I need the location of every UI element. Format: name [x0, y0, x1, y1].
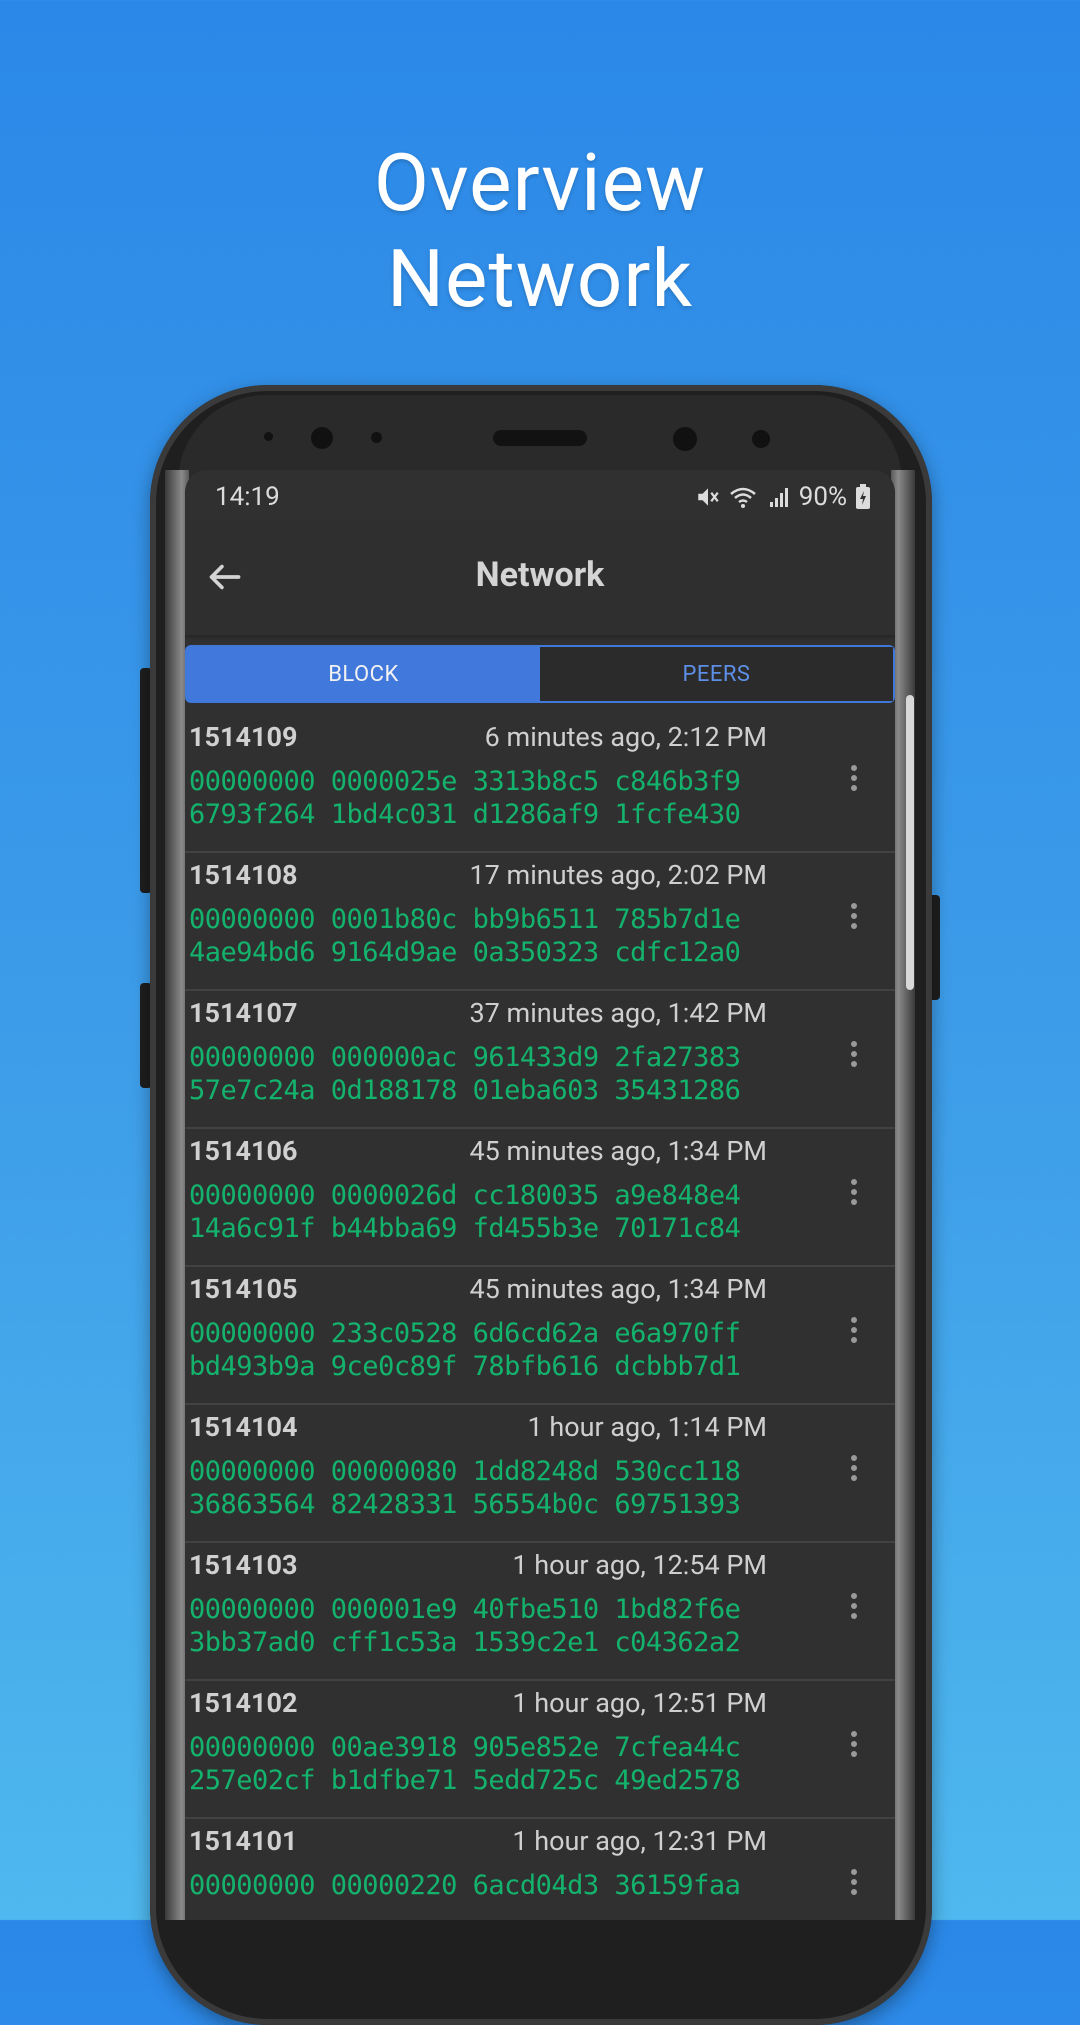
block-row[interactable]: 1514107 37 minutes ago, 1:42 PM 00000000… — [185, 991, 895, 1129]
block-time: 45 minutes ago, 1:34 PM — [469, 1273, 768, 1305]
battery-percent: 90% — [798, 482, 847, 512]
block-number: 1514106 — [189, 1135, 298, 1167]
more-vert-icon[interactable] — [849, 1317, 859, 1347]
block-hash-line: 00000000 0001b80c bb9b6511 785b7d1e — [189, 904, 741, 935]
block-time: 1 hour ago, 12:54 PM — [512, 1549, 767, 1581]
block-hash-line: 00000000 00000220 6acd04d3 36159faa — [189, 1870, 741, 1901]
block-hash-line: 57e7c24a 0d188178 01eba603 35431286 — [189, 1075, 741, 1106]
block-hash: 00000000 00ae3918 905e852e 7cfea44c 257e0… — [189, 1731, 741, 1797]
block-time: 6 minutes ago, 2:12 PM — [484, 721, 767, 753]
block-hash: 00000000 0000026d cc180035 a9e848e4 14a6c… — [189, 1179, 741, 1245]
tab-peers[interactable]: PEERS — [540, 647, 893, 701]
phone-screen: 14:19 90% Network BLOCK PEERS 1514109 6 … — [185, 470, 895, 1920]
block-time: 1 hour ago, 1:14 PM — [527, 1411, 768, 1443]
block-row[interactable]: 1514105 45 minutes ago, 1:34 PM 00000000… — [185, 1267, 895, 1405]
segmented-tabs: BLOCK PEERS — [185, 645, 895, 703]
list-scrollbar[interactable] — [906, 695, 914, 990]
block-number: 1514107 — [189, 997, 298, 1029]
block-row[interactable]: 1514103 1 hour ago, 12:54 PM 00000000 00… — [185, 1543, 895, 1681]
more-vert-icon[interactable] — [849, 1731, 859, 1761]
block-row[interactable]: 1514109 6 minutes ago, 2:12 PM 00000000 … — [185, 715, 895, 853]
sensor-dot — [264, 432, 273, 441]
earpiece-speaker — [493, 430, 587, 446]
more-vert-icon[interactable] — [849, 1041, 859, 1071]
more-vert-icon[interactable] — [849, 1593, 859, 1623]
block-hash: 00000000 233c0528 6d6cd62a e6a970ff bd493… — [189, 1317, 741, 1383]
block-hash: 00000000 000000ac 961433d9 2fa27383 57e7c… — [189, 1041, 741, 1107]
status-icons: 90% — [695, 482, 871, 512]
block-row[interactable]: 1514106 45 minutes ago, 1:34 PM 00000000… — [185, 1129, 895, 1267]
promo-heading-line1: Overview — [373, 136, 707, 230]
block-hash-line: 00000000 00000080 1dd8248d 530cc118 — [189, 1456, 741, 1487]
signal-icon — [769, 488, 788, 507]
block-hash-line: 4ae94bd6 9164d9ae 0a350323 cdfc12a0 — [189, 937, 741, 968]
block-number: 1514109 — [189, 721, 298, 753]
more-vert-icon[interactable] — [849, 765, 859, 795]
block-hash-line: 6793f264 1bd4c031 d1286af9 1fcfe430 — [189, 799, 741, 830]
block-hash-line: 257e02cf b1dfbe71 5edd725c 49ed2578 — [189, 1765, 741, 1796]
block-number: 1514103 — [189, 1549, 298, 1581]
block-hash-line: 00000000 0000026d cc180035 a9e848e4 — [189, 1180, 741, 1211]
page-title: Network — [475, 555, 605, 595]
status-bar: 14:19 90% — [185, 470, 895, 520]
more-vert-icon[interactable] — [849, 1869, 859, 1899]
battery-icon — [856, 484, 870, 509]
iris-scanner — [673, 427, 697, 451]
app-bar: Network — [185, 520, 895, 635]
promo-heading: Overview Network — [0, 135, 1080, 327]
block-hash-line: 14a6c91f b44bba69 fd455b3e 70171c84 — [189, 1213, 741, 1244]
mute-icon — [697, 488, 719, 506]
block-hash: 00000000 0000025e 3313b8c5 c846b3f9 6793f… — [189, 765, 741, 831]
block-time: 1 hour ago, 12:51 PM — [512, 1687, 767, 1719]
block-hash-line: 3bb37ad0 cff1c53a 1539c2e1 c04362a2 — [189, 1627, 741, 1658]
block-hash-line: 36863564 82428331 56554b0c 69751393 — [189, 1489, 741, 1520]
wifi-icon — [729, 487, 756, 508]
block-number: 1514108 — [189, 859, 298, 891]
block-time: 37 minutes ago, 1:42 PM — [469, 997, 768, 1029]
block-time: 1 hour ago, 12:31 PM — [512, 1825, 767, 1857]
block-number: 1514105 — [189, 1273, 298, 1305]
block-number: 1514102 — [189, 1687, 298, 1719]
block-time: 17 minutes ago, 2:02 PM — [469, 859, 768, 891]
block-row[interactable]: 1514108 17 minutes ago, 2:02 PM 00000000… — [185, 853, 895, 991]
front-camera — [311, 427, 333, 449]
block-number: 1514101 — [189, 1825, 298, 1857]
block-hash-line: 00000000 000000ac 961433d9 2fa27383 — [189, 1042, 741, 1073]
block-hash: 00000000 0001b80c bb9b6511 785b7d1e 4ae94… — [189, 903, 741, 969]
block-hash-line: 00000000 233c0528 6d6cd62a e6a970ff — [189, 1318, 741, 1349]
promo-heading-line2: Network — [386, 232, 694, 326]
block-hash: 00000000 00000080 1dd8248d 530cc118 36863… — [189, 1455, 741, 1521]
more-vert-icon[interactable] — [849, 1455, 859, 1485]
block-hash-line: 00000000 000001e9 40fbe510 1bd82f6e — [189, 1594, 741, 1625]
block-hash-line: 00000000 0000025e 3313b8c5 c846b3f9 — [189, 766, 741, 797]
block-time: 45 minutes ago, 1:34 PM — [469, 1135, 768, 1167]
more-vert-icon[interactable] — [849, 903, 859, 933]
proximity-sensor — [752, 430, 770, 448]
block-row[interactable]: 1514102 1 hour ago, 12:51 PM 00000000 00… — [185, 1681, 895, 1819]
block-number: 1514104 — [189, 1411, 298, 1443]
sensor-dot — [371, 432, 382, 443]
block-hash: 00000000 000001e9 40fbe510 1bd82f6e 3bb37… — [189, 1593, 741, 1659]
block-row[interactable]: 1514101 1 hour ago, 12:31 PM 00000000 00… — [185, 1819, 895, 1920]
block-list: 1514109 6 minutes ago, 2:12 PM 00000000 … — [185, 715, 895, 1920]
block-row[interactable]: 1514104 1 hour ago, 1:14 PM 00000000 000… — [185, 1405, 895, 1543]
more-vert-icon[interactable] — [849, 1179, 859, 1209]
status-time: 14:19 — [215, 482, 280, 512]
block-hash-line: 00000000 00ae3918 905e852e 7cfea44c — [189, 1732, 741, 1763]
app-bar-shadow — [185, 635, 895, 641]
block-hash: 00000000 00000220 6acd04d3 36159faa — [189, 1869, 741, 1902]
block-hash-line: bd493b9a 9ce0c89f 78bfb616 dcbbb7d1 — [189, 1351, 741, 1382]
tab-block[interactable]: BLOCK — [187, 647, 540, 701]
